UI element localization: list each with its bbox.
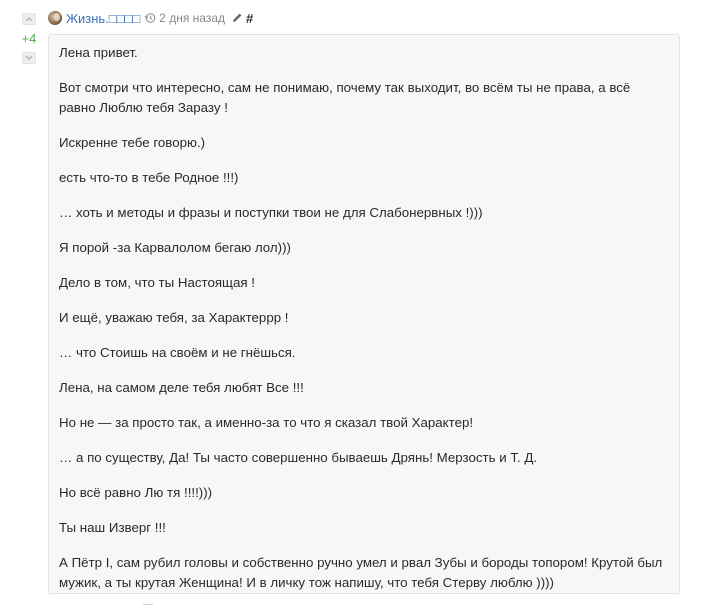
comment-paragraph: Но всё равно Лю тя !!!!))) — [59, 485, 213, 500]
comment-paragraph: … а по существу, Да! Ты часто совершенно… — [59, 450, 538, 465]
vote-score: +4 — [21, 31, 37, 46]
comment-paragraph: … хоть и методы и фразы и поступки твои … — [59, 205, 483, 220]
comment-paragraph: Я порой -за Карвалолом бегаю лол))) — [59, 240, 291, 255]
comment-body: Лена привет. Вот смотри что интересно, с… — [48, 34, 680, 594]
comment-permalink[interactable]: # — [246, 11, 253, 26]
vote-controls: +4 — [18, 10, 40, 64]
comment-paragraph: И ещё, уважаю тебя, за Характерpp ! — [59, 310, 289, 325]
comment-paragraph: Вот смотри что интересно, сам не понимаю… — [59, 80, 631, 115]
comment-paragraph: Но не — за просто так, а именно-за то чт… — [59, 415, 474, 430]
comment-paragraph: А Пётр I, сам рубил головы и собственно … — [59, 555, 663, 590]
comment-paragraph: Дело в том, что ты Настоящая ! — [59, 275, 255, 290]
author-link[interactable]: Жизнь.□□□□ — [66, 11, 140, 26]
comment-paragraph: Лена привет. — [59, 45, 138, 60]
avatar[interactable] — [48, 11, 62, 25]
divider — [143, 604, 153, 608]
vote-up-button[interactable] — [22, 13, 36, 25]
comment-paragraph: есть что-то в тебе Родное !!!) — [59, 170, 239, 185]
pencil-icon[interactable] — [231, 12, 243, 24]
history-icon[interactable] — [144, 12, 156, 24]
comment-paragraph: Лена, на самом деле тебя любят Все !!! — [59, 380, 304, 395]
chevron-up-icon — [25, 16, 33, 22]
comment-paragraph: Искренне тебе говорю.) — [59, 135, 206, 150]
comment-timestamp[interactable]: 2 дня назад — [159, 11, 225, 25]
chevron-down-icon — [25, 55, 33, 61]
comment-paragraph: … что Стоишь на своём и не гнёшься. — [59, 345, 296, 360]
comment-header: Жизнь.□□□□ 2 дня назад # — [48, 9, 253, 27]
comment-paragraph: Ты наш Изверг !!! — [59, 520, 166, 535]
vote-down-button[interactable] — [22, 52, 36, 64]
